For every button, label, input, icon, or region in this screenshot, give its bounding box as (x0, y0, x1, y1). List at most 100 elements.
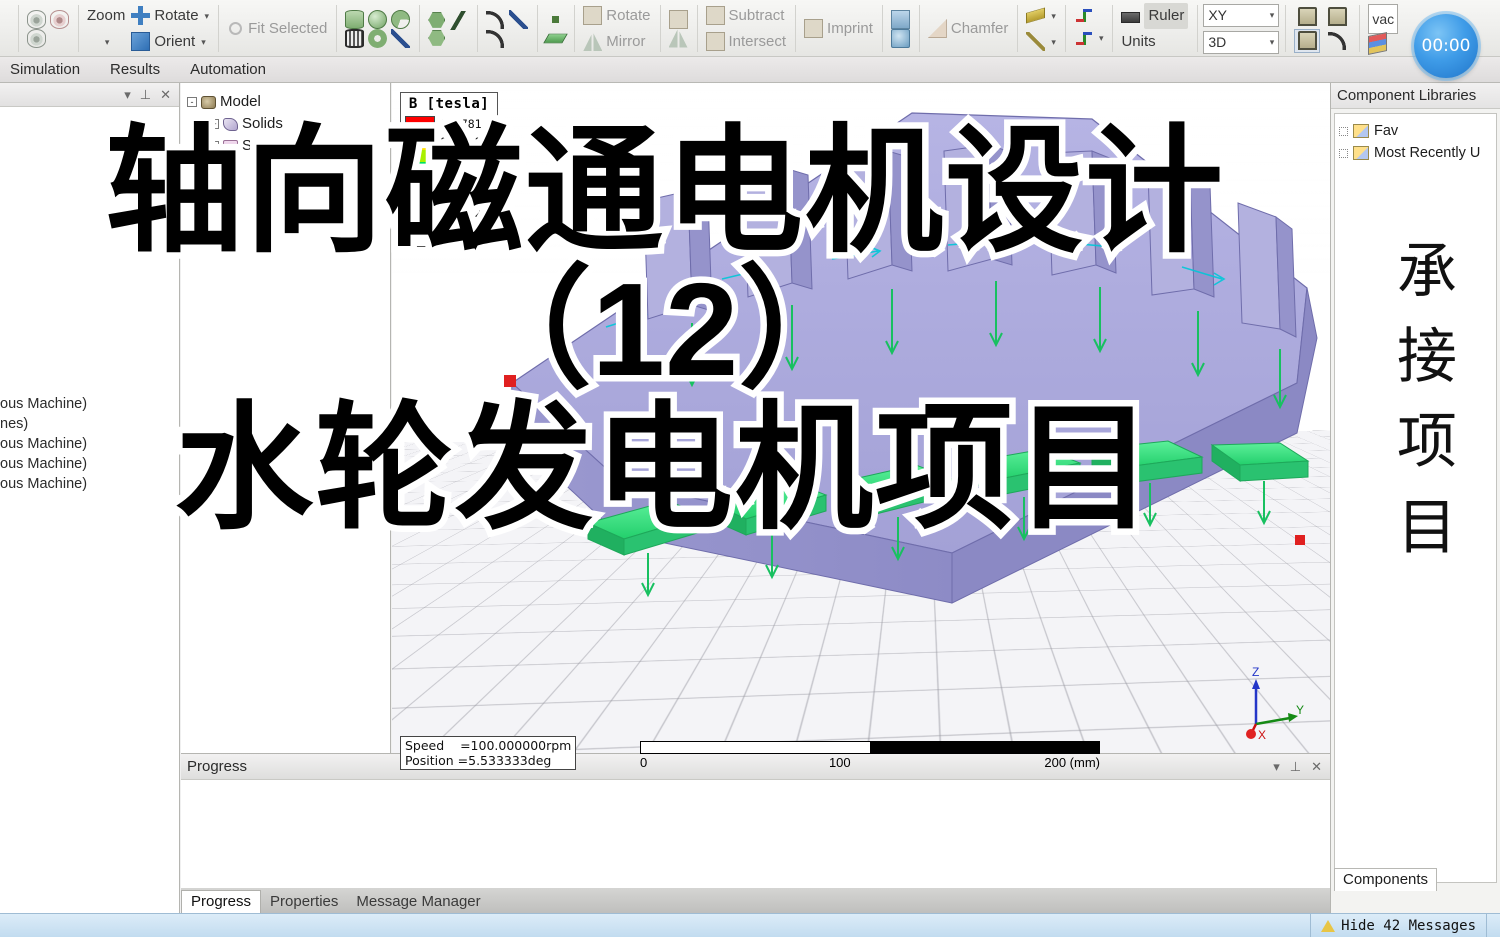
new-sheet-button[interactable] (1294, 5, 1320, 29)
plane-xy-select[interactable]: XY ▾ (1203, 3, 1280, 27)
eye-hidden-icon[interactable] (27, 28, 46, 48)
cylinder-hollow-icon[interactable] (345, 28, 365, 48)
chevron-down-icon[interactable]: ▾ (1051, 3, 1056, 29)
status-bar: Hide 42 Messages (0, 913, 1500, 937)
subtract-button[interactable]: Subtract (703, 3, 790, 29)
chevron-down-icon[interactable]: ▾ (105, 29, 110, 55)
tab-simulation[interactable]: Simulation (10, 61, 80, 78)
hide-messages-button[interactable]: Hide 42 Messages (1310, 914, 1486, 937)
list-item-most-recently-used[interactable]: Most Recently U (1339, 142, 1492, 164)
cylinder-icon[interactable] (345, 9, 365, 29)
expander-icon[interactable]: + (209, 119, 219, 129)
list-item[interactable]: ous Machine) (0, 454, 179, 474)
ribbon-group-points (537, 0, 574, 57)
relative-cs-icon[interactable] (1073, 28, 1093, 48)
orient-button[interactable]: Orient ▾ (128, 29, 212, 55)
imprint-button[interactable]: Imprint (801, 16, 876, 42)
intersect-button[interactable]: Intersect (703, 29, 790, 55)
rotor-model[interactable] (392, 83, 1330, 743)
duplicate-around-axis-icon[interactable] (668, 9, 688, 29)
rotate-button[interactable]: Rotate ▾ (128, 3, 212, 29)
tab-automation[interactable]: Automation (190, 61, 266, 78)
tree-node-label: Solids (242, 115, 283, 132)
wrap-sheet-icon[interactable] (890, 28, 910, 48)
ribbon-group-sheet (1285, 0, 1359, 57)
chevron-down-icon[interactable]: ▾ (201, 29, 206, 55)
material-stack-icon[interactable] (1368, 31, 1388, 56)
application-window: Zoom ▾ Rotate ▾ Orient ▾ Fit Selected Ro… (0, 0, 1500, 937)
eye-icon[interactable] (27, 9, 46, 29)
ribbon-group-curves (477, 0, 537, 57)
chevron-down-icon[interactable]: ▾ (1270, 37, 1275, 48)
imprint-icon (804, 19, 824, 38)
mirror-button[interactable]: Mirror (580, 29, 653, 55)
list-item[interactable]: ous Machine) (0, 434, 179, 454)
legend-value: 0.7781 (440, 117, 482, 131)
expander-icon[interactable]: + (209, 141, 219, 151)
plane-icon[interactable] (543, 33, 569, 43)
tab-results[interactable]: Results (110, 61, 160, 78)
revolve-icon[interactable] (391, 9, 411, 29)
list-item[interactable]: ous Machine) (0, 394, 179, 414)
tree-node-solids[interactable]: + Solids (187, 113, 390, 135)
legend-value: 0.2614 (440, 188, 482, 203)
surface-icon[interactable] (1026, 7, 1046, 24)
sweep-icon[interactable] (391, 28, 411, 48)
project-item-list: ous Machine) nes) ous Machine) ous Machi… (0, 107, 179, 494)
units-button[interactable]: Units (1118, 29, 1191, 55)
expander-icon[interactable] (1339, 126, 1348, 136)
sphere-icon[interactable] (368, 9, 388, 29)
progress-panel-tabbar: Progress Properties Message Manager (181, 888, 1330, 913)
pin-icon[interactable]: ⊥ (1290, 760, 1301, 773)
close-icon[interactable]: ✕ (1311, 760, 1322, 773)
expander-icon[interactable] (1339, 148, 1348, 158)
tab-properties[interactable]: Properties (261, 891, 347, 913)
point-icon[interactable] (552, 15, 560, 23)
tab-progress[interactable]: Progress (181, 890, 262, 913)
chamfer-button[interactable]: Chamfer (925, 16, 1012, 42)
chevron-down-icon[interactable]: ▾ (1270, 10, 1275, 21)
list-item[interactable]: nes) (0, 414, 179, 434)
wire-icon[interactable] (1026, 32, 1046, 51)
chevron-down-icon[interactable]: ▾ (205, 3, 210, 29)
fit-selected-button[interactable]: Fit Selected (224, 16, 330, 42)
material-field[interactable]: vac (1368, 4, 1399, 34)
eye-pink-icon[interactable] (50, 9, 69, 29)
zoom-button[interactable]: Zoom (84, 3, 128, 29)
open-sheet-button[interactable] (1324, 5, 1350, 29)
arc-icon[interactable] (486, 9, 506, 29)
expander-icon[interactable]: - (187, 97, 197, 107)
sweep-sheet-button[interactable] (1324, 29, 1350, 53)
speed-position-readout: Speed =100.000000rpm Position =5.533333d… (400, 736, 577, 770)
3d-viewport[interactable]: B [tesla] 0.7781 0.6489 0.5197 0.3906 0.… (392, 83, 1330, 776)
vertical-promo-text: 承接项目 (1372, 230, 1482, 571)
duplicate-mirror-icon[interactable] (668, 28, 688, 48)
chevron-down-icon[interactable]: ▾ (1099, 25, 1104, 51)
tree-node-sheets[interactable]: + She (187, 135, 390, 157)
polyline-icon[interactable] (449, 10, 469, 30)
ribbon-group-imprint: Imprint (795, 0, 882, 57)
mode-3d-select[interactable]: 3D ▾ (1203, 30, 1280, 54)
close-icon[interactable]: ✕ (160, 88, 171, 101)
list-item-favorites[interactable]: Fav (1339, 120, 1492, 142)
tree-node-model[interactable]: - Model (187, 91, 390, 113)
hexagon-icon[interactable] (428, 12, 446, 28)
torus-icon[interactable] (368, 28, 388, 48)
tab-components[interactable]: Components (1334, 868, 1438, 891)
chevron-down-icon[interactable]: ▾ (1051, 29, 1056, 55)
timer-value: 00:00 (1421, 36, 1471, 56)
chevron-down-icon[interactable]: ▾ (1273, 760, 1280, 773)
chevron-down-icon[interactable]: ▾ (124, 88, 131, 101)
edit-sheet-button[interactable] (1294, 28, 1321, 53)
tab-message-manager[interactable]: Message Manager (347, 891, 489, 913)
spline-icon[interactable] (509, 9, 529, 29)
legend-value: 0.6489 (440, 134, 482, 149)
rotate-body-button[interactable]: Rotate (580, 3, 653, 29)
list-item[interactable]: ous Machine) (0, 474, 179, 494)
pin-icon[interactable]: ⊥ (140, 88, 151, 101)
coordinate-system-icon[interactable] (1073, 6, 1093, 25)
ruler-button[interactable]: Ruler (1118, 2, 1191, 29)
arc2-icon[interactable] (486, 28, 506, 48)
section-icon[interactable] (890, 9, 910, 29)
hexagon-outline-icon[interactable] (428, 30, 446, 46)
